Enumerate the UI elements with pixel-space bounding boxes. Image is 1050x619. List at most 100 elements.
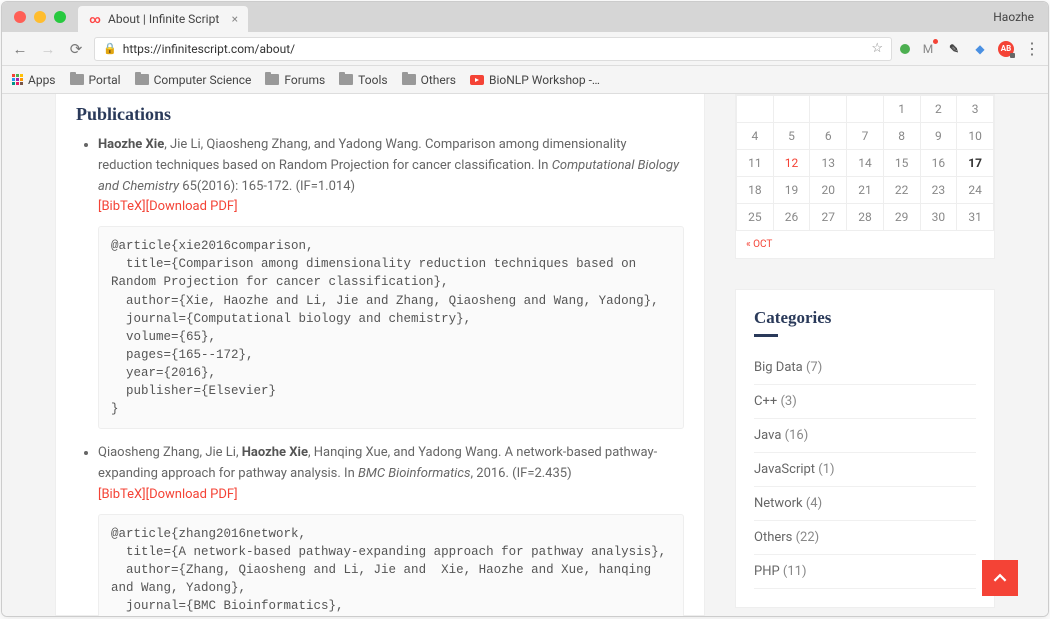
browser-tab[interactable]: ∞ About | Infinite Script × (78, 6, 248, 32)
category-link[interactable]: Big Data (754, 360, 803, 375)
download-pdf-link[interactable]: [Download PDF] (146, 199, 238, 214)
chrome-menu-button[interactable]: ⋮ (1024, 39, 1040, 58)
calendar-day[interactable]: 24 (957, 177, 994, 204)
category-count: (1) (815, 462, 835, 477)
calendar-day[interactable]: 9 (920, 123, 957, 150)
chrome-user-label[interactable]: Haozhe (993, 10, 1034, 24)
back-button[interactable]: ← (10, 40, 30, 58)
bookmark-label: Forums (284, 73, 325, 87)
forward-button[interactable]: → (38, 40, 58, 58)
calendar-day[interactable]: 5 (773, 123, 810, 150)
category-item: Java (16) (754, 419, 976, 453)
reload-button[interactable]: ⟳ (66, 40, 86, 58)
calendar-day[interactable]: 19 (773, 177, 810, 204)
calendar-day[interactable]: 3 (957, 96, 994, 123)
page-viewport: Publications Haozhe Xie, Jie Li, Qiaoshe… (2, 94, 1048, 616)
close-tab-button[interactable]: × (232, 12, 238, 26)
calendar-day[interactable]: 21 (847, 177, 884, 204)
calendar-day[interactable]: 23 (920, 177, 957, 204)
calendar-day[interactable]: 29 (883, 204, 920, 231)
calendar-day[interactable]: 2 (920, 96, 957, 123)
bookmark-folder-others[interactable]: Others (402, 73, 456, 87)
calendar-day[interactable]: 7 (847, 123, 884, 150)
bookmark-bionlp[interactable]: BioNLP Workshop -… (470, 73, 600, 87)
calendar-day[interactable]: 15 (883, 150, 920, 177)
calendar-day (810, 96, 847, 123)
calendar-day[interactable]: 18 (737, 177, 774, 204)
category-link[interactable]: JavaScript (754, 462, 815, 477)
folder-icon (339, 74, 353, 85)
extension-green-dot-icon[interactable] (900, 44, 910, 54)
bookmark-folder-portal[interactable]: Portal (70, 73, 121, 87)
scroll-to-top-button[interactable] (982, 560, 1018, 596)
author-bold: Haozhe Xie (242, 445, 308, 460)
bookmark-apps-label: Apps (28, 73, 56, 87)
extension-adblock-icon[interactable]: AB (998, 41, 1014, 57)
category-link[interactable]: Java (754, 428, 781, 443)
tab-title: About | Infinite Script (108, 12, 219, 26)
main-column: Publications Haozhe Xie, Jie Li, Qiaoshe… (55, 94, 705, 616)
publications-list: Haozhe Xie, Jie Li, Qiaosheng Zhang, and… (76, 135, 684, 616)
calendar-day[interactable]: 4 (737, 123, 774, 150)
folder-icon (265, 74, 279, 85)
calendar-day[interactable]: 8 (883, 123, 920, 150)
extension-mail-icon[interactable]: M (920, 41, 936, 57)
calendar-prev-link[interactable]: « OCT (746, 239, 772, 250)
category-link[interactable]: Others (754, 530, 792, 545)
calendar-day[interactable]: 12 (773, 150, 810, 177)
calendar-footer: « OCT (736, 231, 994, 258)
categories-widget: Categories Big Data (7)C++ (3)Java (16)J… (735, 289, 995, 608)
bookmark-apps[interactable]: Apps (12, 73, 56, 87)
calendar-day[interactable]: 28 (847, 204, 884, 231)
category-count: (4) (803, 496, 823, 511)
bookmark-folder-forums[interactable]: Forums (265, 73, 325, 87)
calendar-day[interactable]: 25 (737, 204, 774, 231)
bookmark-folder-tools[interactable]: Tools (339, 73, 387, 87)
calendar-day[interactable]: 6 (810, 123, 847, 150)
bookmark-bar: Apps Portal Computer Science Forums Tool… (2, 66, 1048, 94)
category-item: Big Data (7) (754, 351, 976, 385)
extension-diamond-icon[interactable]: ◆ (972, 41, 988, 57)
categories-list: Big Data (7)C++ (3)Java (16)JavaScript (… (754, 351, 976, 589)
calendar-day (847, 96, 884, 123)
bookmark-folder-cs[interactable]: Computer Science (135, 73, 252, 87)
extension-evernote-icon[interactable]: ✎ (946, 41, 962, 57)
close-window-button[interactable] (14, 11, 26, 23)
bibtex-link[interactable]: [BibTeX] (98, 487, 146, 502)
maximize-window-button[interactable] (54, 11, 66, 23)
calendar-day (773, 96, 810, 123)
category-count: (16) (781, 428, 808, 443)
calendar-day[interactable]: 14 (847, 150, 884, 177)
url-bar[interactable]: 🔒 https://infinitescript.com/about/ ☆ (94, 37, 892, 61)
download-pdf-link[interactable]: [Download PDF] (146, 487, 238, 502)
calendar-day[interactable]: 26 (773, 204, 810, 231)
calendar-day[interactable]: 1 (883, 96, 920, 123)
publication-links: [BibTeX][Download PDF] (98, 485, 684, 506)
minimize-window-button[interactable] (34, 11, 46, 23)
calendar-day[interactable]: 30 (920, 204, 957, 231)
calendar-day[interactable]: 20 (810, 177, 847, 204)
author-bold: Haozhe Xie (98, 137, 164, 152)
calendar-day[interactable]: 13 (810, 150, 847, 177)
bibtex-link[interactable]: [BibTeX] (98, 199, 146, 214)
publication-links: [BibTeX][Download PDF] (98, 197, 684, 218)
calendar-day[interactable]: 16 (920, 150, 957, 177)
calendar-day[interactable]: 31 (957, 204, 994, 231)
category-item: Network (4) (754, 487, 976, 521)
calendar-row: 18192021222324 (737, 177, 994, 204)
calendar-day[interactable]: 10 (957, 123, 994, 150)
category-count: (7) (803, 360, 823, 375)
category-link[interactable]: PHP (754, 564, 780, 579)
calendar-day[interactable]: 22 (883, 177, 920, 204)
bookmark-star-icon[interactable]: ☆ (871, 41, 883, 56)
category-link[interactable]: C++ (754, 394, 777, 409)
calendar-day (737, 96, 774, 123)
category-item: C++ (3) (754, 385, 976, 419)
category-count: (11) (780, 564, 807, 579)
calendar-day[interactable]: 17 (957, 150, 994, 177)
calendar-day[interactable]: 11 (737, 150, 774, 177)
category-link[interactable]: Network (754, 496, 803, 511)
calendar-day[interactable]: 27 (810, 204, 847, 231)
calendar-widget: 1234567891011121314151617181920212223242… (735, 94, 995, 259)
folder-icon (70, 74, 84, 85)
